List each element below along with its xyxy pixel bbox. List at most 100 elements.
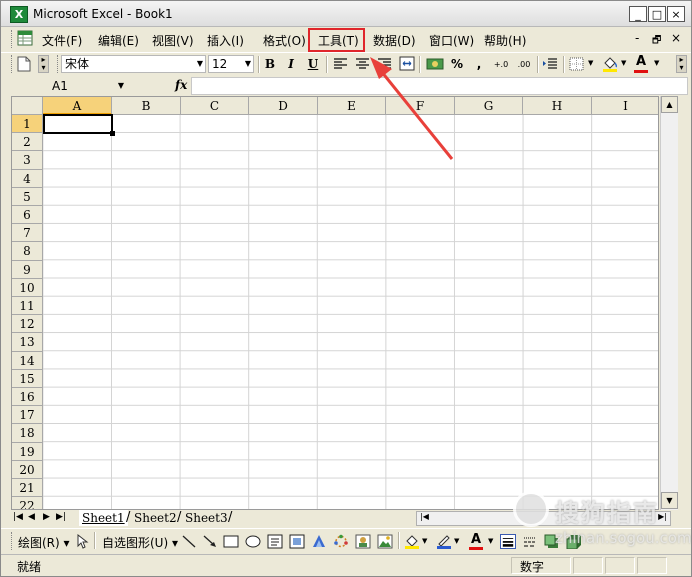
rectangle-tool-icon[interactable] — [223, 534, 239, 549]
row-header[interactable]: 11 — [12, 297, 43, 316]
toolbar-grip[interactable] — [11, 55, 15, 73]
workbook-icon[interactable] — [17, 30, 35, 47]
row-header[interactable]: 12 — [12, 315, 43, 334]
draw-font-color-button[interactable]: A — [469, 533, 483, 550]
formula-input[interactable] — [191, 77, 688, 95]
column-header[interactable]: C — [181, 97, 249, 115]
row-header[interactable]: 20 — [12, 460, 43, 479]
menu-file[interactable]: 文件(F) — [42, 32, 82, 49]
font-size-select[interactable]: 12 ▼ — [208, 55, 254, 73]
row-header[interactable]: 17 — [12, 406, 43, 425]
column-header[interactable]: G — [455, 97, 523, 115]
autoshapes-menu-button[interactable]: 自选图形(U) ▾ — [102, 534, 178, 551]
row-header[interactable]: 13 — [12, 333, 43, 352]
menu-grip[interactable] — [11, 30, 15, 48]
fill-color-icon[interactable] — [404, 534, 420, 549]
diagram-icon[interactable] — [333, 534, 349, 549]
column-header[interactable]: B — [112, 97, 181, 115]
line-color-icon[interactable] — [436, 534, 452, 549]
chevron-down-icon[interactable]: ▼ — [488, 537, 493, 545]
borders-icon[interactable] — [569, 57, 584, 71]
increase-decimal-button[interactable]: +.0 — [490, 56, 512, 73]
column-header[interactable]: F — [386, 97, 455, 115]
sheet-tab-sheet1[interactable]: Sheet1 — [79, 510, 128, 526]
chevron-down-icon[interactable]: ▼ — [454, 537, 459, 545]
font-color-button[interactable]: A — [634, 55, 648, 73]
vertical-scrollbar[interactable]: ▲ ▼ — [660, 96, 678, 510]
scroll-left-icon[interactable]: |◀ — [420, 512, 429, 521]
chevron-down-icon[interactable]: ▼ — [422, 537, 427, 545]
align-right-icon[interactable] — [377, 57, 392, 71]
doc-close-button[interactable]: × — [671, 31, 681, 45]
insert-function-button[interactable]: fx — [175, 78, 187, 92]
chevron-down-icon[interactable]: ▼ — [621, 59, 626, 67]
increase-indent-icon[interactable] — [542, 57, 558, 71]
align-center-icon[interactable] — [355, 57, 370, 71]
minimize-button[interactable]: _ — [629, 6, 647, 22]
draw-menu-button[interactable]: 绘图(R) ▾ — [18, 534, 70, 551]
underline-button[interactable]: U — [303, 56, 323, 73]
drawbar-grip[interactable] — [11, 532, 15, 550]
row-header[interactable]: 21 — [12, 479, 43, 498]
chevron-down-icon[interactable]: ▼ — [654, 59, 659, 67]
row-header[interactable]: 5 — [12, 187, 43, 206]
close-button[interactable]: × — [667, 6, 685, 22]
textbox-tool-icon[interactable] — [267, 534, 283, 549]
sheet-tab-sheet2[interactable]: Sheet2 — [131, 510, 180, 526]
cell-area[interactable] — [43, 115, 658, 509]
fill-color-icon[interactable] — [601, 55, 619, 73]
new-document-icon[interactable] — [17, 56, 31, 72]
next-sheet-icon[interactable]: ▶ — [43, 512, 50, 522]
clip-art-icon[interactable] — [355, 534, 371, 549]
row-header[interactable]: 10 — [12, 278, 43, 297]
row-header[interactable]: 3 — [12, 151, 43, 170]
toolbar-options-chevron[interactable]: ▸ ▾ — [38, 55, 49, 73]
fill-handle[interactable] — [110, 131, 115, 136]
maximize-button[interactable]: □ — [648, 6, 666, 22]
select-all-corner[interactable] — [12, 97, 43, 115]
select-pointer-icon[interactable] — [74, 534, 90, 549]
column-header[interactable]: I — [592, 97, 658, 115]
row-header[interactable]: 6 — [12, 206, 43, 225]
font-name-select[interactable]: 宋体 ▼ — [61, 55, 206, 73]
decrease-decimal-button[interactable]: .00 — [513, 56, 535, 73]
doc-restore-button[interactable]: 🗗 — [652, 33, 661, 50]
italic-button[interactable]: I — [281, 56, 301, 73]
wordart-icon[interactable] — [311, 534, 327, 549]
column-header[interactable]: E — [318, 97, 386, 115]
row-header[interactable]: 16 — [12, 388, 43, 407]
menu-window[interactable]: 窗口(W) — [429, 32, 474, 49]
toolbar-options-chevron[interactable]: ▸ ▾ — [676, 55, 687, 73]
currency-icon[interactable] — [426, 56, 444, 72]
menu-help[interactable]: 帮助(H) — [484, 32, 526, 49]
row-header[interactable]: 2 — [12, 133, 43, 152]
align-left-icon[interactable] — [333, 57, 348, 71]
first-sheet-icon[interactable]: |◀ — [13, 512, 23, 522]
menu-data[interactable]: 数据(D) — [373, 32, 416, 49]
row-header[interactable]: 9 — [12, 260, 43, 279]
row-header[interactable]: 14 — [12, 351, 43, 370]
column-header[interactable]: A — [43, 97, 112, 115]
prev-sheet-icon[interactable]: ◀ — [28, 512, 35, 522]
column-header[interactable]: H — [523, 97, 592, 115]
row-header[interactable]: 18 — [12, 424, 43, 443]
excel-app-icon[interactable]: X — [10, 6, 28, 23]
last-sheet-icon[interactable]: ▶| — [56, 512, 66, 522]
row-header[interactable]: 1 — [12, 115, 43, 134]
menu-insert[interactable]: 插入(I) — [207, 32, 244, 49]
row-header[interactable]: 7 — [12, 224, 43, 243]
line-tool-icon[interactable] — [181, 534, 197, 549]
oval-tool-icon[interactable] — [245, 534, 261, 549]
menu-format[interactable]: 格式(O) — [263, 32, 306, 49]
insert-picture-icon[interactable] — [377, 534, 393, 549]
comma-style-button[interactable]: , — [469, 56, 489, 73]
sheet-tab-sheet3[interactable]: Sheet3 — [182, 510, 231, 526]
bold-button[interactable]: B — [260, 56, 280, 73]
column-header[interactable]: D — [249, 97, 318, 115]
row-header[interactable]: 19 — [12, 442, 43, 461]
row-header[interactable]: 8 — [12, 242, 43, 261]
vertical-textbox-icon[interactable] — [289, 534, 305, 549]
menu-edit[interactable]: 编辑(E) — [98, 32, 139, 49]
menu-view[interactable]: 视图(V) — [152, 32, 194, 49]
row-header[interactable]: 15 — [12, 369, 43, 388]
